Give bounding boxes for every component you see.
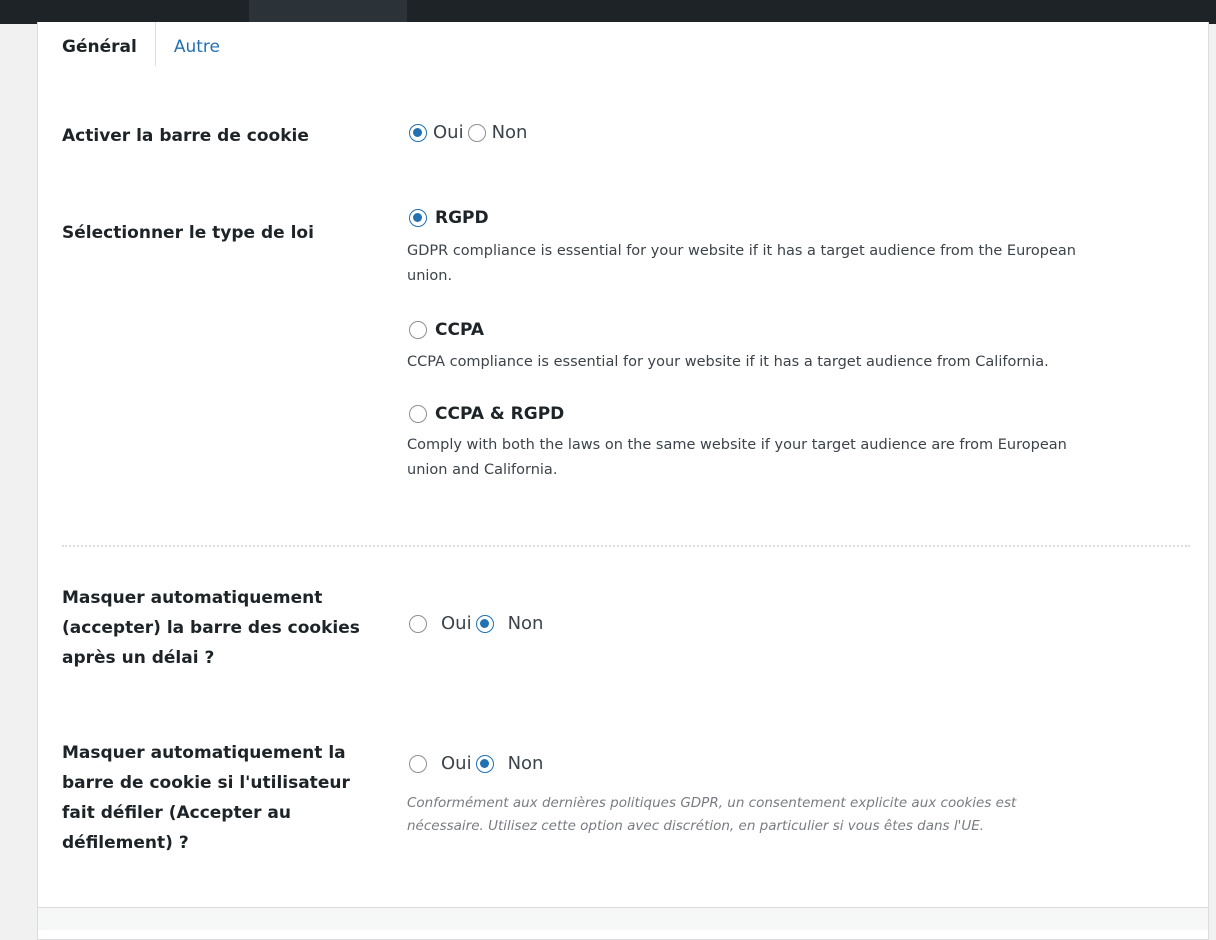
cookie-bar-no-label[interactable]: Non (492, 122, 528, 143)
cookie-bar-yes-label[interactable]: Oui (433, 122, 464, 143)
ccpa-description-line1: CCPA compliance is essential for your we… (407, 354, 1049, 370)
ccpa-rgpd-title[interactable]: CCPA & RGPD (435, 404, 564, 424)
cookie-bar-no-radio[interactable] (467, 123, 486, 142)
auto-hide-scroll-label-line4: défilement) ? (62, 833, 189, 853)
auto-hide-delay-label: Masquer automatiquement (accepter) la ba… (62, 583, 360, 673)
auto-hide-scroll-label-line2: barre de cookie si l'utilisateur (62, 773, 350, 793)
auto-hide-delay-label-line2: (accepter) la barre des cookies (62, 618, 360, 638)
panel-footer (38, 907, 1208, 930)
ccpa-rgpd-description-line2: union and California. (407, 462, 558, 478)
ccpa-description: CCPA compliance is essential for your we… (407, 350, 1167, 375)
rgpd-radio[interactable] (409, 209, 427, 227)
rgpd-description: GDPR compliance is essential for your we… (407, 239, 1167, 289)
auto-hide-delay-yes-radio[interactable] (409, 614, 427, 633)
auto-hide-scroll-label: Masquer automatiquement la barre de cook… (62, 738, 350, 858)
auto-hide-delay-yes-label[interactable]: Oui (441, 613, 472, 634)
cookie-bar-label: Activer la barre de cookie (62, 126, 309, 146)
ccpa-rgpd-radio[interactable] (409, 405, 427, 423)
auto-hide-delay-no-label[interactable]: Non (508, 613, 544, 634)
auto-hide-scroll-yes-label[interactable]: Oui (441, 753, 472, 774)
admin-top-bar-active-item[interactable] (249, 0, 407, 24)
cookie-bar-yes-radio[interactable] (409, 123, 427, 142)
law-option-ccpa: CCPA (409, 320, 484, 340)
law-option-ccpa-rgpd: CCPA & RGPD (409, 404, 564, 424)
auto-hide-delay-options: Oui Non (409, 613, 547, 634)
law-type-label: Sélectionner le type de loi (62, 223, 314, 243)
rgpd-description-line2: union. (407, 268, 453, 284)
auto-hide-scroll-label-line1: Masquer automatiquement la (62, 743, 346, 763)
rgpd-title[interactable]: RGPD (435, 208, 489, 228)
auto-hide-scroll-no-label[interactable]: Non (508, 753, 544, 774)
auto-hide-delay-label-line1: Masquer automatiquement (62, 588, 323, 608)
auto-hide-scroll-note-line2: nécessaire. Utilisez cette option avec d… (407, 818, 985, 834)
tab-other[interactable]: Autre (154, 22, 238, 66)
tab-general[interactable]: Général (62, 22, 155, 66)
auto-hide-scroll-label-line3: fait défiler (Accepter au (62, 803, 292, 823)
auto-hide-scroll-yes-radio[interactable] (409, 754, 427, 773)
admin-top-bar (0, 0, 1216, 24)
section-divider (62, 545, 1190, 547)
ccpa-radio[interactable] (409, 321, 427, 339)
settings-tabs: Général Autre (62, 22, 238, 66)
rgpd-description-line1: GDPR compliance is essential for your we… (407, 243, 1076, 259)
ccpa-rgpd-description: Comply with both the laws on the same we… (407, 433, 1167, 483)
auto-hide-scroll-no-radio[interactable] (475, 754, 494, 773)
ccpa-rgpd-description-line1: Comply with both the laws on the same we… (407, 437, 1067, 453)
auto-hide-scroll-note: Conformément aux dernières politiques GD… (407, 792, 1127, 838)
cookie-bar-options: Oui Non (409, 122, 531, 143)
ccpa-title[interactable]: CCPA (435, 320, 484, 340)
auto-hide-delay-label-line3: après un délai ? (62, 648, 215, 668)
auto-hide-scroll-note-line1: Conformément aux dernières politiques GD… (407, 795, 1017, 811)
auto-hide-delay-no-radio[interactable] (475, 614, 494, 633)
auto-hide-scroll-options: Oui Non (409, 753, 547, 774)
law-option-rgpd: RGPD (409, 208, 489, 228)
